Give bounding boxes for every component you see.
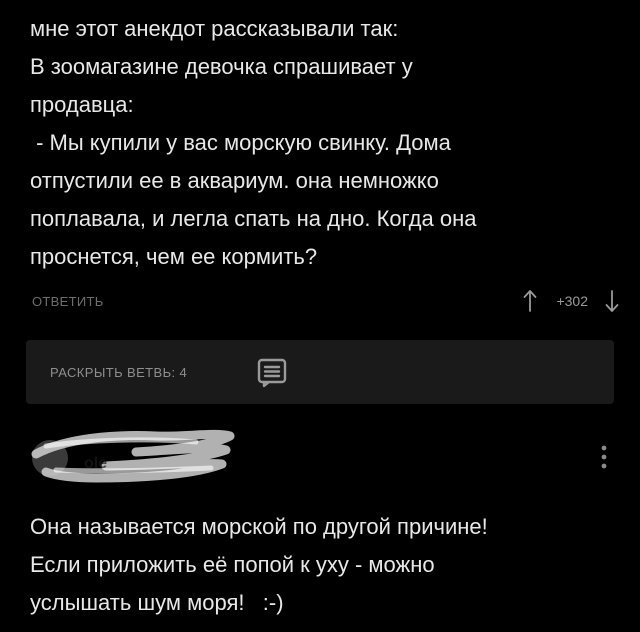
upvote-arrow-icon[interactable] <box>520 287 540 315</box>
reply-body: Она называется морской по другой причине… <box>30 508 620 622</box>
comment-line: поплавала, и легла спать на дно. Когда о… <box>30 206 477 231</box>
comments-thread-icon <box>256 356 288 388</box>
expand-thread-button[interactable]: РАСКРЫТЬ ВЕТВЬ: 4 <box>26 340 614 404</box>
comment-line: - Мы купили у вас морскую свинку. Дома <box>30 130 451 155</box>
reply-line: Она называется морской по другой причине… <box>30 514 488 539</box>
reply-line: Если приложить её попой к уху - можно <box>30 552 435 577</box>
expand-thread-label: РАСКРЫТЬ ВЕТВЬ: 4 <box>50 365 188 380</box>
downvote-arrow-icon[interactable] <box>602 287 622 315</box>
comment-line: В зоомагазине девочка спрашивает у <box>30 54 413 79</box>
reply-author-row: ole <box>26 420 620 496</box>
more-options-icon[interactable] <box>598 442 610 472</box>
comment-line: проснется, чем ее кормить? <box>30 244 318 269</box>
reply-button[interactable]: ОТВЕТИТЬ <box>32 294 104 309</box>
comment-line: отпустили ее в аквариум. она немножко <box>30 168 439 193</box>
vote-controls: +302 <box>520 284 622 318</box>
author-fragment: ole <box>84 455 107 472</box>
comment-actions: ОТВЕТИТЬ +302 <box>32 284 622 318</box>
comment-body: мне этот анекдот рассказывали так: В зоо… <box>30 10 620 276</box>
reply-line: услышать шум моря! :-) <box>30 590 284 615</box>
rating-count: +302 <box>556 293 588 309</box>
comment-line: продавца: <box>30 92 134 117</box>
masked-author-icon: ole <box>26 420 236 490</box>
comment-line: мне этот анекдот рассказывали так: <box>30 16 399 41</box>
